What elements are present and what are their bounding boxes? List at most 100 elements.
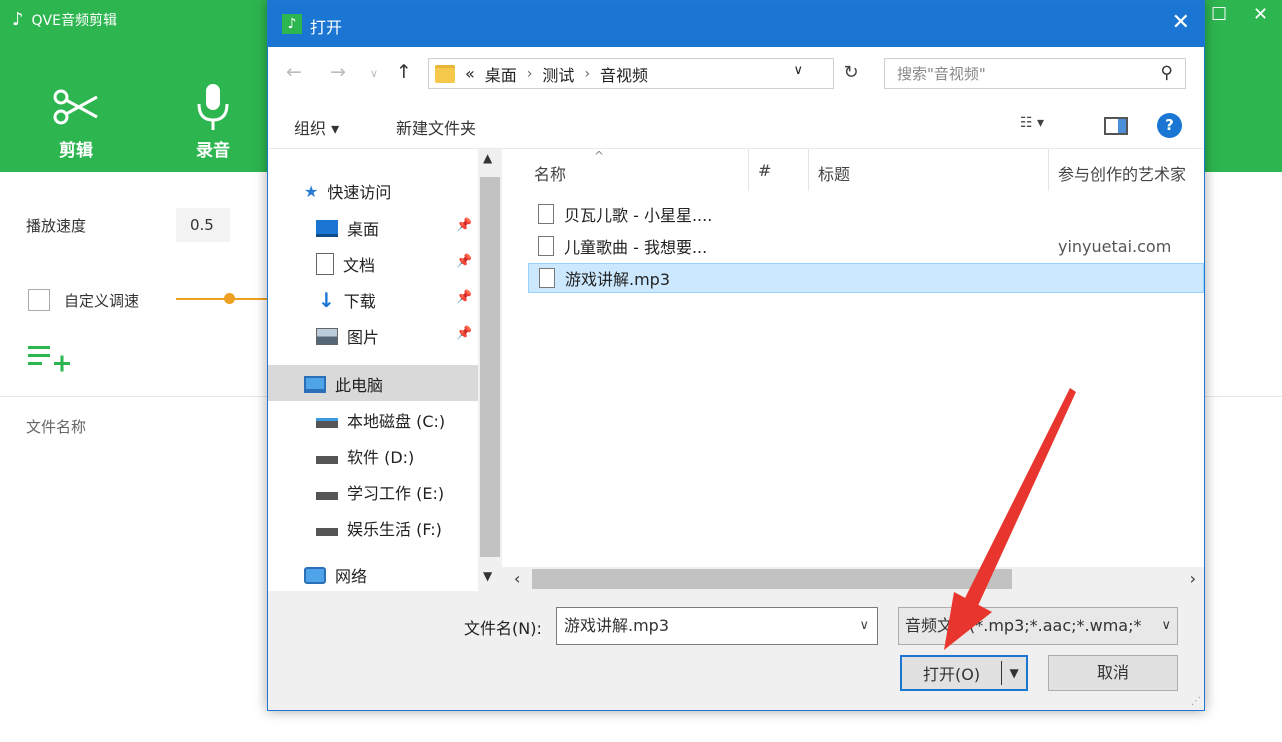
file-row[interactable]: 贝瓦儿歌 - 小星星.... — [528, 199, 1204, 229]
tool-cut[interactable]: 剪辑 — [41, 82, 111, 161]
app-title-text: QVE音频剪辑 — [31, 12, 117, 29]
cancel-button[interactable]: 取消 — [1048, 655, 1178, 691]
chevron-right-icon[interactable]: › — [527, 66, 533, 82]
tool-record-label: 录音 — [196, 141, 230, 161]
scroll-left-icon[interactable]: ‹ — [514, 569, 520, 588]
speed-input[interactable]: 0.5 — [176, 208, 230, 242]
open-dropdown-icon[interactable]: ▼ — [1002, 666, 1026, 680]
filename-field[interactable]: 游戏讲解.mp3 ∨ — [556, 607, 878, 645]
file-artist: yinyuetai.com — [1058, 236, 1172, 256]
chevron-down-icon[interactable]: ∨ — [1158, 608, 1171, 644]
nav-pictures[interactable]: 图片 📌 — [316, 324, 472, 348]
column-divider[interactable] — [1048, 149, 1049, 191]
preview-pane-icon[interactable] — [1104, 117, 1128, 135]
nav-network[interactable]: 网络 — [304, 563, 367, 587]
forward-arrow-icon[interactable]: → — [330, 61, 346, 83]
chevron-down-icon[interactable]: ∨ — [859, 608, 869, 644]
column-title[interactable]: 标题 — [818, 161, 850, 185]
column-divider[interactable] — [808, 149, 809, 191]
scroll-right-icon[interactable]: › — [1190, 569, 1196, 588]
back-arrow-icon[interactable]: ← — [286, 61, 302, 83]
column-number[interactable]: # — [758, 161, 771, 180]
speed-label: 播放速度 — [26, 217, 87, 235]
file-row[interactable]: 儿童歌曲 - 我想要... yinyuetai.com — [528, 231, 1204, 261]
horizontal-scrollbar[interactable]: ‹ › — [502, 567, 1204, 591]
nav-drive-d-label: 软件 (D:) — [347, 448, 415, 467]
refresh-icon[interactable]: ↻ — [836, 58, 866, 89]
network-icon — [304, 566, 326, 584]
nav-drive-d[interactable]: 软件 (D:) — [316, 444, 414, 468]
nav-desktop-label: 桌面 — [347, 220, 380, 239]
nav-downloads[interactable]: ↓ 下载 📌 — [318, 288, 472, 312]
nav-scrollbar[interactable]: ▲ ▼ — [478, 149, 502, 591]
address-bar[interactable]: « 桌面 › 测试 › 音视频 ∨ — [428, 58, 834, 89]
up-arrow-icon[interactable]: ↑ — [396, 61, 412, 83]
close-app-icon[interactable]: ✕ — [1253, 4, 1268, 25]
file-icon — [538, 236, 554, 256]
speed-slider-handle[interactable] — [224, 293, 235, 304]
horizontal-scroll-thumb[interactable] — [532, 569, 1012, 589]
chevron-right-icon[interactable]: › — [584, 66, 590, 82]
file-name: 游戏讲解.mp3 — [565, 270, 671, 289]
chevron-down-icon[interactable]: ∨ — [793, 63, 803, 78]
custom-speed-label: 自定义调速 — [64, 292, 140, 310]
scroll-down-icon[interactable]: ▼ — [483, 569, 492, 583]
speed-slider[interactable] — [176, 298, 268, 300]
scissors-icon — [41, 82, 111, 132]
column-artist[interactable]: 参与创作的艺术家 — [1058, 161, 1186, 185]
breadcrumb-overflow[interactable]: « — [465, 64, 475, 83]
breadcrumb-media[interactable]: 音视频 — [600, 62, 648, 86]
search-input[interactable] — [885, 59, 1145, 88]
new-folder-button[interactable]: 新建文件夹 — [396, 115, 476, 139]
resize-grip-icon[interactable]: ⋰ — [1191, 696, 1201, 707]
open-button-label[interactable]: 打开(O) — [902, 661, 1001, 685]
pin-icon[interactable]: 📌 — [456, 326, 472, 341]
folder-icon — [435, 64, 455, 83]
download-arrow-icon: ↓ — [318, 288, 335, 312]
nav-documents[interactable]: 文档 📌 — [316, 252, 472, 276]
custom-speed-checkbox[interactable] — [28, 289, 50, 311]
computer-icon — [304, 375, 326, 393]
nav-drive-e[interactable]: 学习工作 (E:) — [316, 480, 444, 504]
nav-network-label: 网络 — [335, 567, 368, 586]
scroll-up-icon[interactable]: ▲ — [483, 151, 492, 165]
recent-dropdown-icon[interactable]: ∨ — [370, 67, 378, 80]
nav-drive-f[interactable]: 娱乐生活 (F:) — [316, 516, 442, 540]
dialog-close-icon[interactable]: ✕ — [1172, 10, 1190, 35]
filetype-value: 音频文件(*.mp3;*.aac;*.wma;* — [905, 616, 1142, 635]
help-icon[interactable]: ? — [1157, 113, 1182, 138]
dialog-toolbar: 组织 ▾ 新建文件夹 ☷ ▾ ? — [268, 103, 1204, 149]
nav-this-pc[interactable]: 此电脑 — [304, 372, 383, 396]
nav-pictures-label: 图片 — [347, 328, 380, 347]
file-icon — [538, 204, 554, 224]
view-options-icon[interactable]: ☷ ▾ — [1020, 115, 1044, 131]
pin-icon[interactable]: 📌 — [456, 254, 472, 269]
filename-value[interactable]: 游戏讲解.mp3 — [564, 616, 669, 635]
sort-ascending-icon: ^ — [594, 149, 605, 163]
drive-icon — [316, 492, 338, 500]
pin-icon[interactable]: 📌 — [456, 290, 472, 305]
filetype-select[interactable]: 音频文件(*.mp3;*.aac;*.wma;* ∨ — [898, 607, 1178, 645]
open-button[interactable]: 打开(O) ▼ — [900, 655, 1028, 691]
pin-icon[interactable]: 📌 — [456, 218, 472, 233]
column-divider[interactable] — [748, 149, 749, 191]
file-row-selected[interactable]: 游戏讲解.mp3 — [528, 263, 1204, 293]
add-list-icon[interactable] — [26, 344, 72, 378]
search-box[interactable]: ⚲ — [884, 58, 1186, 89]
pictures-icon — [316, 327, 338, 345]
nav-drive-c[interactable]: 本地磁盘 (C:) — [316, 408, 445, 432]
file-list-pane: ^ 名称 # 标题 参与创作的艺术家 贝瓦儿歌 - 小星星.... 儿童歌曲 -… — [502, 149, 1204, 591]
breadcrumb-test[interactable]: 测试 — [542, 62, 574, 86]
organize-menu[interactable]: 组织 ▾ — [294, 115, 339, 139]
tool-record[interactable]: 录音 — [178, 82, 248, 161]
column-name[interactable]: 名称 — [534, 161, 566, 185]
search-icon[interactable]: ⚲ — [1161, 63, 1173, 83]
dialog-title: 打开 — [310, 18, 343, 37]
maximize-icon[interactable]: ☐ — [1211, 4, 1227, 25]
app-title: ♪ QVE音频剪辑 — [12, 9, 117, 30]
breadcrumb-desktop[interactable]: 桌面 — [485, 62, 517, 86]
nav-quick-access[interactable]: ★ 快速访问 — [304, 179, 391, 203]
desktop-icon — [316, 219, 338, 237]
nav-scroll-thumb[interactable] — [480, 177, 500, 557]
nav-desktop[interactable]: 桌面 📌 — [316, 216, 472, 240]
